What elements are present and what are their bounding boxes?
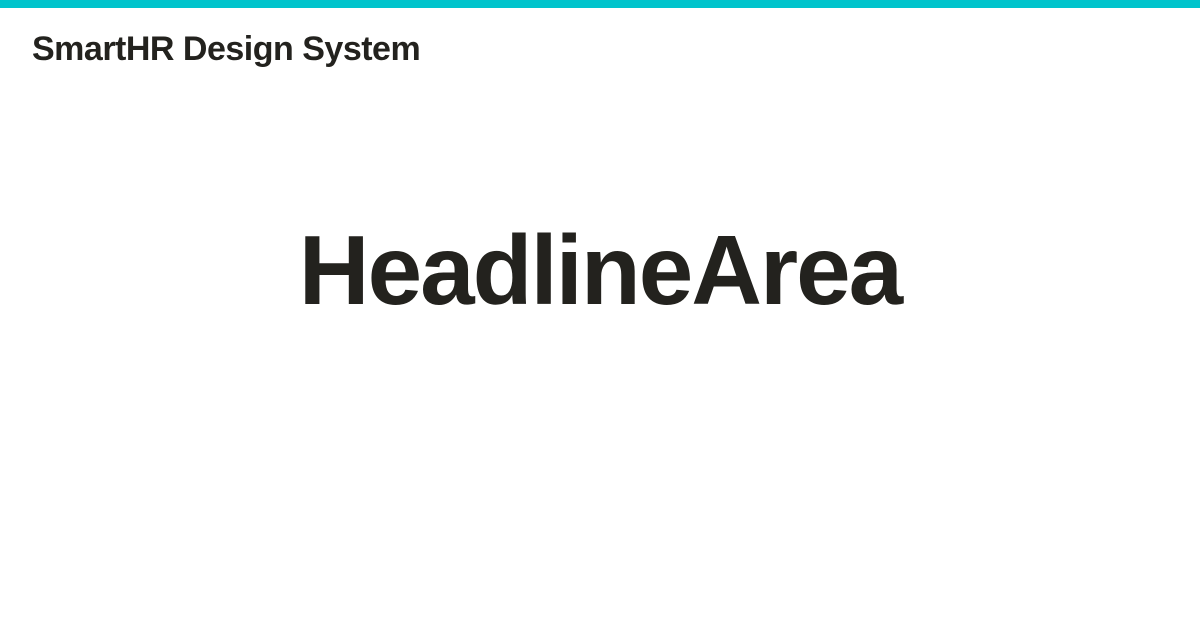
accent-bar	[0, 0, 1200, 8]
site-title: SmartHR Design System	[32, 30, 421, 68]
ogp-card: SmartHR Design System HeadlineArea	[0, 0, 1200, 630]
page-headline: HeadlineArea	[298, 215, 903, 325]
